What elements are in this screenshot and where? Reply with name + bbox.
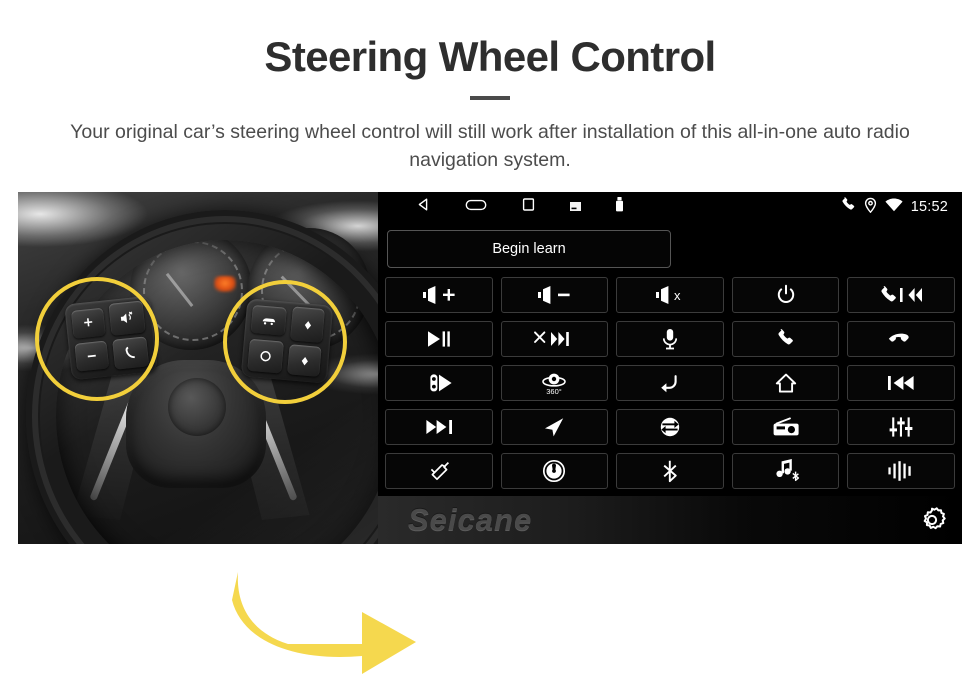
next-track-icon (426, 420, 452, 434)
radio-icon (773, 417, 799, 436)
button-mute[interactable]: x (616, 277, 724, 313)
button-home[interactable] (731, 365, 840, 401)
button-source-switch[interactable] (616, 409, 724, 445)
navigation-arrow-icon (545, 418, 564, 437)
hangup-next-icon (534, 331, 570, 346)
camera-360-icon: 360° (542, 373, 567, 396)
page-title: Steering Wheel Control (264, 33, 716, 80)
svg-text:x: x (674, 288, 681, 303)
speaker-x-icon: x (655, 286, 681, 304)
page-root: Steering Wheel Control Your original car… (0, 0, 980, 674)
disc-icon (543, 459, 566, 483)
status-bar-nav-icons (416, 192, 624, 222)
back-arrow-icon (661, 375, 677, 393)
button-parking-sensor[interactable] (385, 365, 493, 401)
head-unit-screen: 15:52 Begin learn x 360° Seicane (378, 192, 962, 544)
phone-hangup-icon (888, 333, 909, 342)
aux-cable-icon (430, 461, 449, 481)
sd-card-icon (570, 198, 581, 216)
button-bluetooth-music[interactable] (731, 453, 840, 489)
speaker-minus-icon (538, 286, 570, 304)
button-navigation[interactable] (500, 409, 609, 445)
wifi-icon (885, 198, 903, 217)
back-triangle-icon[interactable] (416, 197, 431, 217)
button-call-previous[interactable] (847, 277, 955, 313)
microphone-icon (662, 329, 678, 350)
button-next-track[interactable] (385, 409, 493, 445)
steering-wheel-photo (18, 192, 378, 544)
status-bar: 15:52 (378, 192, 962, 222)
header: Steering Wheel Control Your original car… (0, 0, 980, 192)
bluetooth-music-icon (775, 459, 799, 482)
button-end-call[interactable] (847, 321, 955, 357)
phone-rewind-icon (881, 286, 923, 302)
usb-icon (615, 197, 624, 217)
button-volume-up[interactable] (385, 277, 493, 313)
phone-icon (841, 197, 856, 217)
button-disc[interactable] (500, 453, 609, 489)
speaker-plus-icon (422, 286, 455, 304)
page-subtitle: Your original car’s steering wheel contr… (70, 121, 910, 171)
button-bluetooth[interactable] (616, 453, 724, 489)
steering-function-grid: x 360° (385, 277, 955, 489)
gear-icon[interactable] (916, 504, 948, 536)
button-play-pause[interactable] (385, 321, 493, 357)
title-divider (470, 96, 510, 100)
begin-learn-button[interactable]: Begin learn (387, 230, 671, 268)
button-camera-360[interactable]: 360° (500, 365, 609, 401)
button-sound-wave[interactable] (847, 453, 955, 489)
button-voice-microphone[interactable] (616, 321, 724, 357)
previous-track-icon (888, 376, 914, 390)
bluetooth-icon (663, 460, 677, 483)
button-answer-call[interactable] (731, 321, 840, 357)
button-equalizer[interactable] (847, 409, 955, 445)
button-volume-down[interactable] (500, 277, 609, 313)
button-previous-track[interactable] (847, 365, 955, 401)
camera-360-label: 360° (547, 387, 563, 396)
highlight-circle-left (35, 277, 159, 401)
phone-icon (778, 329, 793, 345)
play-pause-icon (427, 331, 450, 347)
highlight-circle-right (223, 280, 347, 404)
location-pin-icon (864, 197, 877, 218)
power-icon (777, 284, 794, 303)
button-radio[interactable] (731, 409, 840, 445)
swap-circle-icon (660, 417, 680, 437)
pointer-arrow (230, 570, 420, 685)
status-bar-time: 15:52 (910, 199, 948, 215)
car-radar-icon (430, 374, 452, 392)
content-stage: 15:52 Begin learn x 360° Seicane (0, 192, 980, 674)
recents-square-icon[interactable] (521, 197, 536, 217)
button-hangup-next[interactable] (500, 321, 609, 357)
button-back[interactable] (616, 365, 724, 401)
equalizer-icon (889, 417, 913, 437)
brand-bar: Seicane (378, 496, 962, 544)
button-aux-input[interactable] (385, 453, 493, 489)
sound-wave-icon (888, 461, 911, 481)
home-oval-icon[interactable] (465, 198, 487, 217)
status-bar-system-icons: 15:52 (841, 192, 948, 222)
home-icon (775, 373, 796, 393)
brand-logo: Seicane (408, 502, 533, 537)
button-power[interactable] (731, 277, 840, 313)
